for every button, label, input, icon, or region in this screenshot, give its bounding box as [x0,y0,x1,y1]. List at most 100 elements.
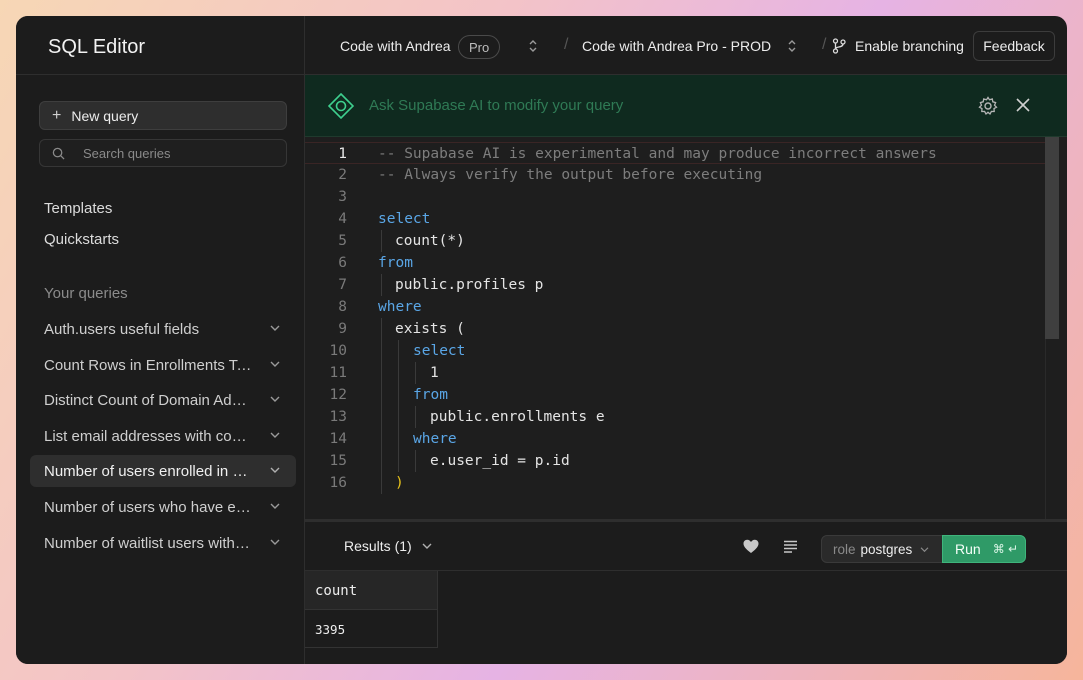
query-item-label: Number of users enrolled in courses [44,462,252,480]
your-queries-heading: Your queries [44,285,128,302]
code-text: select [413,343,466,359]
query-item[interactable]: Distinct Count of Domain Addresses [30,384,296,416]
line-number: 7 [338,277,347,293]
plan-badge: Pro [458,35,501,59]
line-number: 4 [338,211,347,227]
feedback-button[interactable]: Feedback [973,31,1055,61]
column-header[interactable]: count [305,571,438,610]
run-button[interactable]: Run ⌘ ↵ [942,535,1026,563]
code-text: public.enrollments e [430,409,605,425]
query-item[interactable]: Number of users who have enrolled [30,491,296,523]
gear-icon[interactable] [978,96,998,116]
indent-guide [381,362,382,384]
line-number: 14 [329,431,347,447]
indent-guide [381,472,382,494]
enable-branching-button[interactable]: Enable branching [832,38,964,54]
results-grid: count 3395 [305,571,1067,664]
chevron-down-icon[interactable] [270,538,280,546]
search-icon [52,147,65,160]
query-item[interactable]: List email addresses with count [30,420,296,452]
role-prefix: role [833,541,856,557]
query-item-label: Number of users who have enrolled [44,498,252,516]
query-item[interactable]: Number of waitlist users with profiles [30,527,296,559]
run-label: Run [955,541,981,557]
indent-guide [398,450,399,472]
query-item-active[interactable]: Number of users enrolled in courses [30,455,296,487]
chevron-updown-icon[interactable] [528,39,538,53]
query-item[interactable]: Auth.users useful fields [30,313,296,345]
role-select[interactable]: role postgres [821,535,943,563]
code-text: exists ( [395,321,465,337]
chevron-down-icon[interactable] [270,502,280,510]
chevron-down-icon[interactable] [270,324,280,332]
code-text: ) [395,475,404,491]
code-line: 3 [305,186,1045,208]
format-text-icon[interactable] [783,540,798,553]
line-number: 11 [329,365,347,381]
ai-prompt-input[interactable]: Ask Supabase AI to modify your query [369,97,623,114]
results-tab-label: Results (1) [344,538,412,554]
results-toolbar: Results (1) role postgres Run ⌘ ↵ [305,519,1067,571]
indent-guide [398,362,399,384]
indent-guide [398,384,399,406]
indent-guide [381,318,382,340]
code-text: select [378,211,431,227]
code-line: 2 -- Always verify the output before exec… [305,164,1045,186]
top-bar: Code with Andrea Pro / Code with Andrea … [305,16,1067,75]
query-item-label: Count Rows in Enrollments Table [44,356,252,374]
chevron-down-icon[interactable] [270,431,280,439]
chevron-updown-icon[interactable] [787,39,797,53]
code-line: 9 exists ( [305,318,1045,340]
breadcrumb-separator: / [822,36,827,53]
query-item[interactable]: Count Rows in Enrollments Table [30,349,296,381]
query-item-label: List email addresses with count [44,427,252,445]
quickstarts-link[interactable]: Quickstarts [44,231,119,248]
editor-scroll-thumb[interactable] [1045,137,1059,339]
branching-label: Enable branching [855,38,964,54]
code-line: 8 where [305,296,1045,318]
divider [16,74,305,75]
code-text: e.user_id = p.id [430,453,570,469]
code-text: where [378,299,422,315]
git-branch-icon [832,38,846,54]
line-number: 12 [329,387,347,403]
project-selector[interactable]: Code with Andrea Pro - PROD [582,38,771,54]
sql-editor-window: SQL Editor + New query Search queries Te… [16,16,1067,664]
code-line: 15 e.user_id = p.id [305,450,1045,472]
line-number: 13 [329,409,347,425]
code-text: from [378,255,413,271]
breadcrumb-separator: / [564,36,569,53]
plus-icon: + [52,106,62,124]
heart-icon[interactable] [743,539,759,554]
chevron-down-icon[interactable] [270,360,280,368]
search-placeholder: Search queries [83,145,171,161]
line-number: 8 [338,299,347,315]
search-queries-input[interactable]: Search queries [39,139,287,167]
new-query-button[interactable]: + New query [39,101,287,130]
query-item-label: Auth.users useful fields [44,320,200,338]
templates-link[interactable]: Templates [44,200,112,217]
chevron-down-icon [920,546,929,552]
code-editor[interactable]: 1 -- Supabase AI is experimental and may … [305,137,1067,519]
indent-guide [415,362,416,384]
indent-guide [381,450,382,472]
indent-guide [381,428,382,450]
table-cell[interactable]: 3395 [305,610,438,648]
close-icon[interactable] [1016,98,1030,112]
indent-guide [398,428,399,450]
indent-guide [381,230,382,252]
indent-guide [398,406,399,428]
org-selector[interactable]: Code with Andrea [340,38,451,54]
line-number: 10 [329,343,347,359]
code-text: -- Supabase AI is experimental and may p… [378,146,937,162]
code-line: 12 from [305,384,1045,406]
code-text: -- Always verify the output before execu… [378,167,763,183]
chevron-down-icon[interactable] [270,395,280,403]
results-tab[interactable]: Results (1) [344,538,432,554]
line-number: 5 [338,233,347,249]
query-item-label: Number of waitlist users with profiles [44,534,252,552]
code-line: 5 count(*) [305,230,1045,252]
code-line: 11 1 [305,362,1045,384]
indent-guide [381,274,382,296]
chevron-down-icon[interactable] [270,466,280,474]
